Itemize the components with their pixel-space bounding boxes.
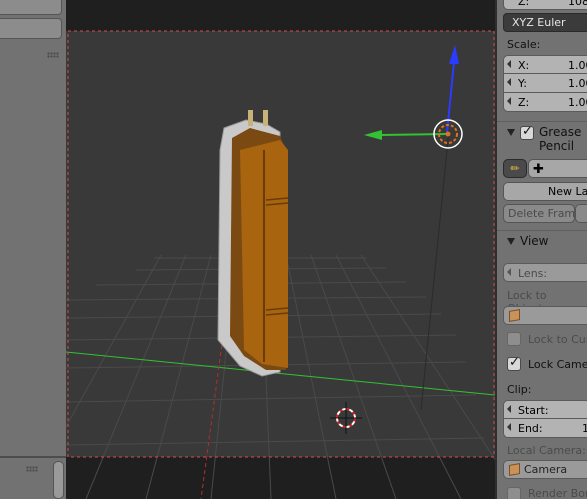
decrement-arrow-icon[interactable]: [507, 97, 511, 105]
draw-pencil-button[interactable]: ✏: [503, 159, 527, 178]
rotation-mode-value: XYZ Euler: [512, 16, 566, 29]
pencil-icon: ✏: [510, 162, 520, 175]
view-panel-header[interactable]: View: [497, 230, 587, 252]
panel-grip-icon[interactable]: [26, 466, 38, 472]
scale-x-value: 1.00: [568, 59, 587, 72]
panel-grip-icon[interactable]: [47, 52, 59, 58]
local-camera-field[interactable]: Camera: [503, 460, 587, 479]
scale-x-field[interactable]: X: 1.00: [503, 55, 587, 74]
tool-shelf-button-1[interactable]: [0, 0, 62, 15]
scale-label: Scale:: [507, 38, 541, 51]
render-border-label: Render Border: [528, 487, 587, 499]
decrement-arrow-icon[interactable]: [507, 60, 511, 68]
rotation-mode-dropdown[interactable]: XYZ Euler: [503, 13, 587, 32]
lens-label: Lens:: [518, 267, 548, 280]
scale-x-label: X:: [518, 59, 530, 72]
clip-end-value: 1: [582, 422, 587, 435]
lock-camera-label: Lock Camera: [528, 358, 587, 371]
clip-end-field[interactable]: End: 1: [503, 419, 587, 438]
book-object[interactable]: [217, 110, 289, 377]
new-layer-label: New Layer: [548, 185, 587, 198]
cube-icon: [509, 309, 520, 322]
rotation-z-label: Z:: [518, 0, 530, 8]
expand-triangle-icon[interactable]: [507, 129, 515, 136]
3d-viewport[interactable]: [66, 0, 495, 499]
camera-object-icon: [509, 463, 520, 476]
view-header-label: View: [520, 234, 549, 248]
lock-to-cursor-checkbox[interactable]: [507, 332, 521, 346]
scale-y-label: Y:: [518, 77, 527, 90]
lens-field[interactable]: Lens:: [503, 263, 587, 282]
viewport-header-strip: [66, 0, 495, 31]
scale-y-field[interactable]: Y: 1.00: [503, 74, 587, 93]
camera-field-label: Camera: [524, 463, 568, 476]
lock-camera-checkbox[interactable]: [507, 355, 521, 371]
viewport-footer-strip: [66, 457, 495, 499]
properties-panel: Z: 108.95 XYZ Euler Scale: X: 1.00 Y: 1.…: [495, 0, 587, 499]
delete-frame-label: Delete Frame: [508, 207, 575, 220]
clip-start-label: Start:: [518, 404, 549, 417]
clip-start-field[interactable]: Start:: [503, 400, 587, 419]
new-layer-button[interactable]: New Layer: [503, 182, 587, 201]
clip-label: Clip:: [507, 383, 532, 396]
scale-z-value: 1.00: [568, 96, 587, 109]
scale-z-field[interactable]: Z: 1.00: [503, 93, 587, 112]
rotation-z-value: 108.95: [568, 0, 587, 8]
delete-frame-extra-button[interactable]: [575, 204, 587, 223]
grease-pencil-header-label: Grease Pencil: [539, 125, 582, 153]
clip-end-label: End:: [518, 422, 543, 435]
tool-shelf-button-2[interactable]: [0, 18, 62, 39]
plus-icon: ✚: [533, 162, 544, 177]
lock-to-object-field[interactable]: [503, 306, 587, 325]
render-border-checkbox[interactable]: [507, 487, 521, 499]
delete-frame-button[interactable]: Delete Frame: [503, 204, 575, 223]
viewport-canvas[interactable]: [66, 0, 495, 499]
grease-pencil-checkbox[interactable]: [520, 124, 534, 140]
decrement-arrow-icon[interactable]: [507, 78, 511, 86]
decrement-arrow-icon[interactable]: [507, 268, 511, 276]
tool-shelf: [0, 0, 66, 499]
shelf-scrollbar[interactable]: [53, 461, 64, 499]
decrement-arrow-icon[interactable]: [507, 423, 511, 431]
decrement-arrow-icon[interactable]: [507, 405, 511, 413]
grease-pencil-panel-header[interactable]: Grease Pencil: [497, 121, 587, 153]
scale-z-label: Z:: [518, 96, 530, 109]
shelf-divider: [0, 456, 66, 458]
add-layer-button[interactable]: ✚: [528, 159, 587, 178]
scale-y-value: 1.00: [568, 77, 587, 90]
lock-to-cursor-label: Lock to Cursor: [528, 333, 587, 346]
expand-triangle-icon[interactable]: [507, 238, 515, 245]
rotation-z-field[interactable]: Z: 108.95: [503, 0, 587, 10]
local-camera-label: Local Camera:: [507, 444, 586, 457]
